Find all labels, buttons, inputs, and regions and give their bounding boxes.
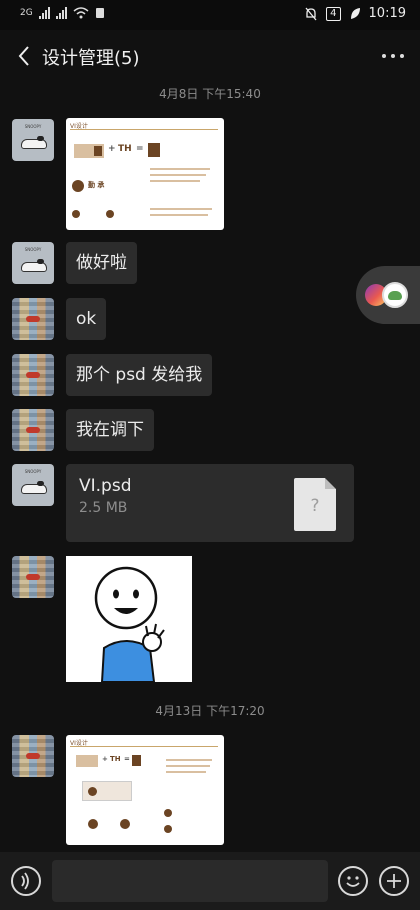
clock: 10:19 [368,6,406,21]
image-message-vi[interactable]: VI设计 + TH = [66,735,224,845]
file-name: VI.psd [79,476,132,496]
avatar-label: SNOOPY [24,247,42,252]
floating-apps-bubble[interactable] [356,266,420,324]
wifi-icon [73,7,89,19]
formula-plus: + [108,144,116,154]
file-size: 2.5 MB [79,500,128,516]
chat-title: 设计管理(5) [42,48,140,69]
frog-avatar-icon[interactable] [382,282,408,308]
signal-icon [38,7,50,19]
battery-level: 4 [326,6,341,21]
avatar-street[interactable] [12,735,54,777]
text-message[interactable]: ok [66,298,107,340]
network-type-label: 2G [20,8,33,18]
avatar-snoopy[interactable]: SNOOPY [12,119,54,161]
signal-2-icon [55,7,67,19]
file-icon: ? [294,478,336,531]
avatar-snoopy[interactable]: SNOOPY [12,242,54,284]
message-input[interactable] [52,860,328,902]
formula-th: TH [110,755,121,763]
status-bar: 2G 4 10:19 [0,0,420,30]
plus-icon[interactable] [379,866,409,896]
leaf-icon [350,7,360,19]
notification-icon [95,8,104,18]
formula-plus: + [102,755,108,763]
avatar-label: SNOOPY [24,469,42,474]
snoopy-icon [21,259,47,272]
emoji-icon[interactable] [338,866,368,896]
avatar-street[interactable] [12,409,54,451]
timestamp: 4月8日 下午15:40 [159,87,261,101]
formula-th: TH [118,144,132,154]
text-message[interactable]: 做好啦 [66,242,137,284]
file-message[interactable]: VI.psd 2.5 MB ? [66,464,354,542]
voice-icon[interactable] [11,866,41,896]
text-message[interactable]: 那个 psd 发给我 [66,354,213,396]
mute-bell-icon [305,7,317,20]
snoopy-icon [21,481,47,494]
status-left: 2G [20,7,105,19]
chat-header: 设计管理(5) [0,30,420,82]
avatar-snoopy[interactable]: SNOOPY [12,464,54,506]
vi-logo-text: 勤 承 [88,181,105,189]
image-message-vi[interactable]: VI设计 + TH = 勤 承 [66,118,224,230]
formula-eq: = [124,755,130,763]
back-arrow-icon[interactable] [14,43,36,69]
formula-eq: = [136,144,144,154]
timestamp: 4月13日 下午17:20 [155,704,265,718]
avatar-street[interactable] [12,556,54,598]
file-icon-glyph: ? [310,496,320,516]
snoopy-icon [21,136,47,149]
more-dots-icon[interactable] [382,54,404,58]
composer-bar [0,852,420,910]
cartoon-ok-hand-icon [94,566,165,682]
text-message[interactable]: 我在调下 [66,409,154,451]
sticker-message[interactable] [66,556,192,682]
avatar-street[interactable] [12,354,54,396]
avatar-label: SNOOPY [24,124,42,129]
avatar-street[interactable] [12,298,54,340]
status-right: 4 10:19 [304,6,406,21]
